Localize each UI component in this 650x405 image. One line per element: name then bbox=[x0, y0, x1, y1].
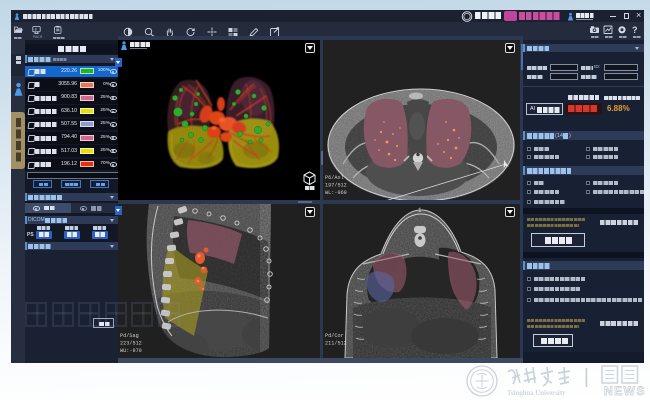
svg-text:211/512: 211/512 bbox=[325, 341, 347, 347]
svg-text:Pd/Cor: Pd/Cor bbox=[325, 333, 344, 339]
svg-text:?: ? bbox=[632, 25, 638, 34]
svg-text:197/512: 197/512 bbox=[325, 183, 347, 189]
svg-text:WL:-969: WL:-969 bbox=[325, 190, 347, 196]
svg-text:P6/Axl: P6/Axl bbox=[325, 175, 344, 181]
svg-text:Tsinghua University: Tsinghua University bbox=[507, 390, 566, 397]
svg-text:WU:-970: WU:-970 bbox=[120, 348, 142, 354]
svg-text:Pd/Sag: Pd/Sag bbox=[120, 333, 139, 339]
svg-text:P: P bbox=[35, 28, 38, 32]
svg-text:NEWS: NEWS bbox=[604, 384, 646, 398]
svg-text:223/512: 223/512 bbox=[120, 341, 142, 347]
svg-text:1: 1 bbox=[418, 207, 422, 214]
